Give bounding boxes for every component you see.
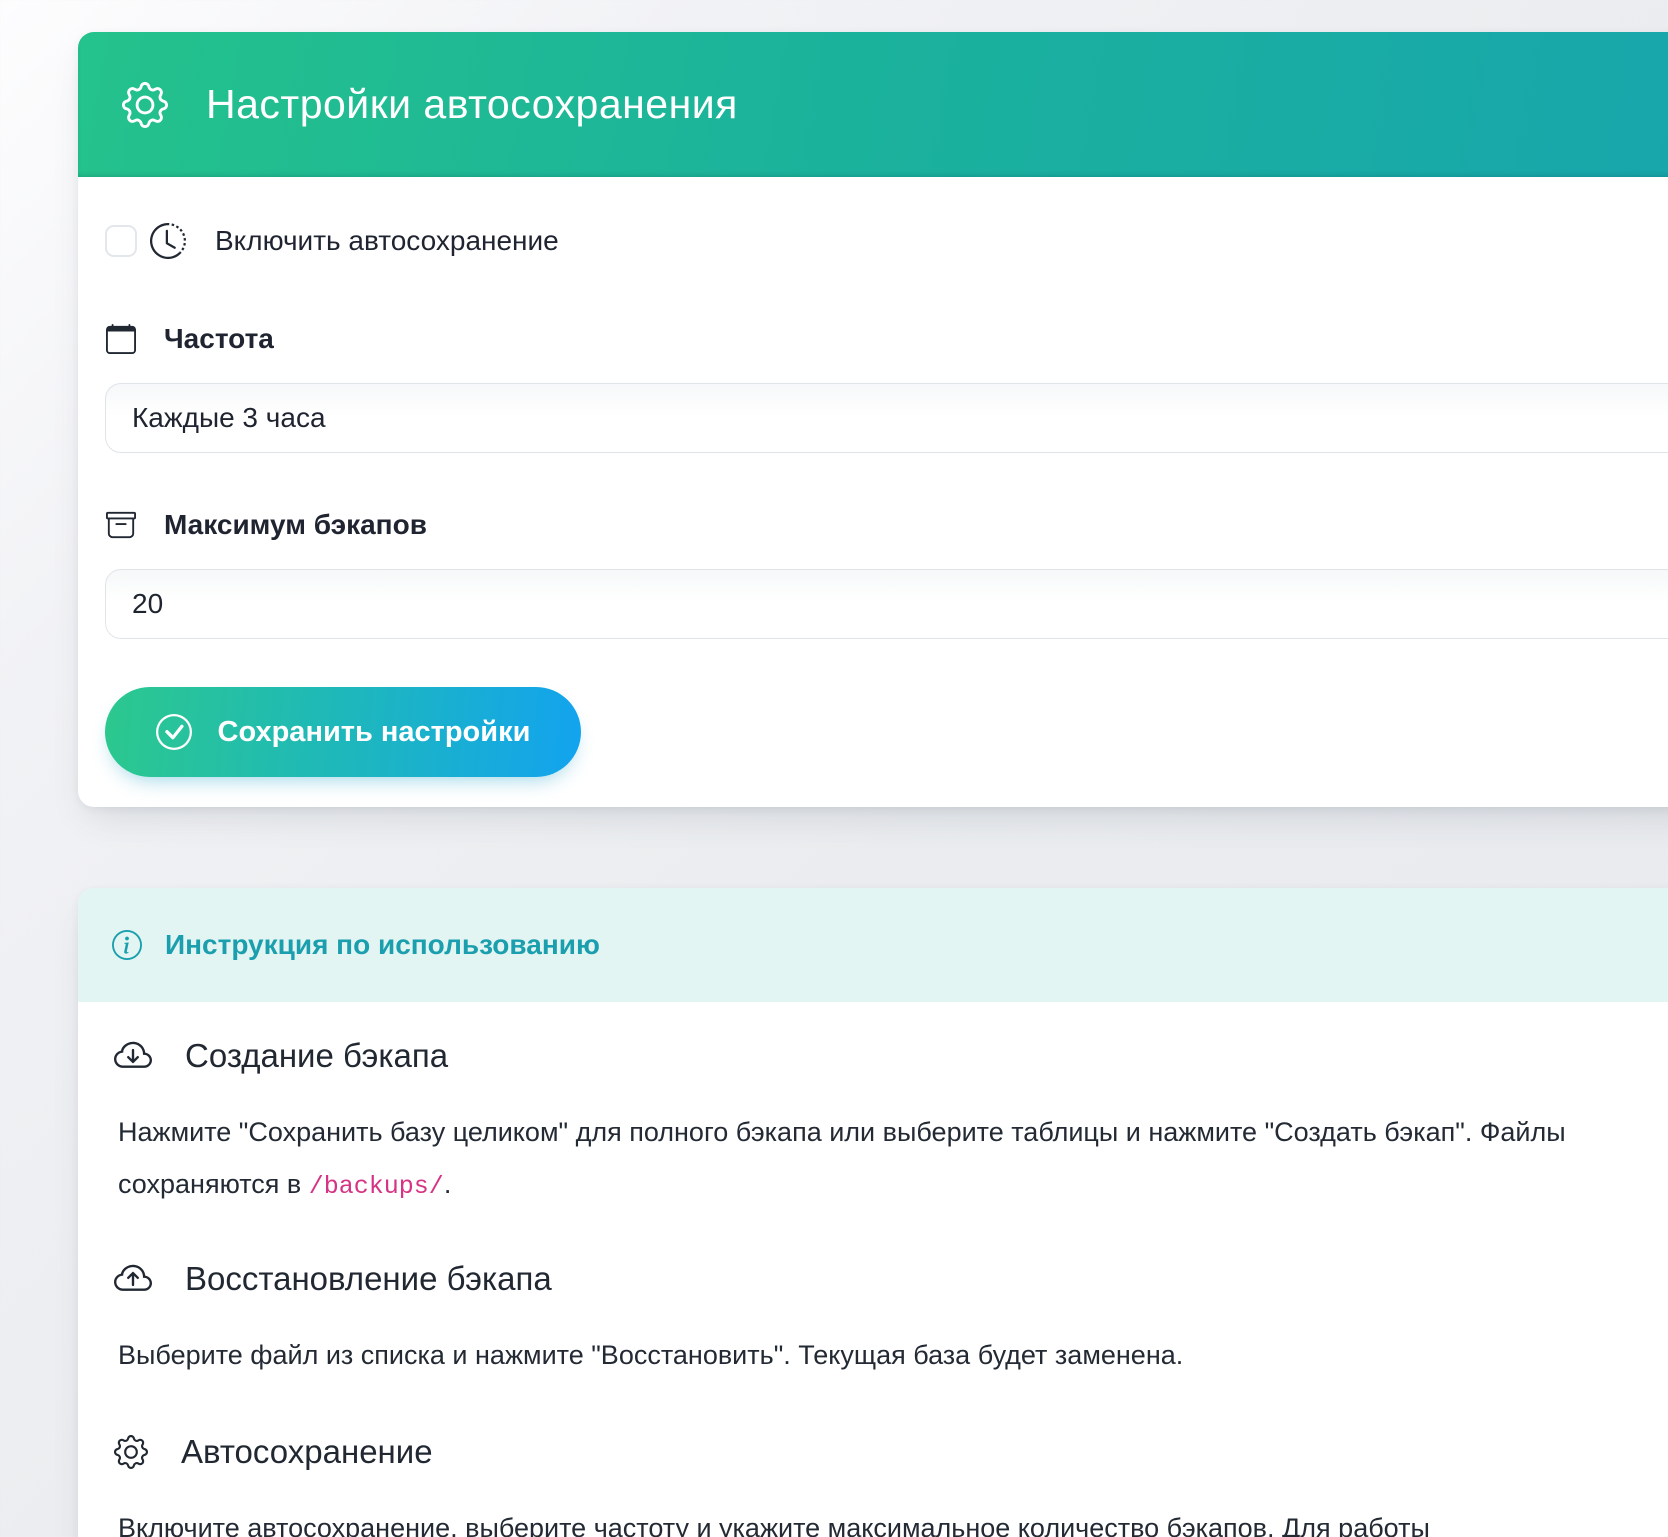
paragraph-text: сохраняются в (118, 1169, 309, 1199)
cloud-arrow-down-icon (114, 1037, 152, 1075)
frequency-label: Частота (164, 323, 274, 355)
section-heading: Восстановление бэкапа (185, 1260, 552, 1298)
info-circle-icon (112, 930, 142, 960)
section-paragraph: Включите автосохранение, выберите частот… (118, 1502, 1668, 1537)
section-heading: Создание бэкапа (185, 1037, 448, 1075)
gear-icon (122, 82, 168, 128)
section-paragraph: Выберите файл из списка и нажмите "Восст… (118, 1329, 1668, 1381)
paragraph-line: Нажмите "Сохранить базу целиком" для пол… (118, 1106, 1668, 1158)
paragraph-text: . (444, 1169, 452, 1199)
save-settings-button[interactable]: Сохранить настройки (105, 687, 581, 777)
gear-icon (114, 1435, 148, 1469)
section-create-backup: Создание бэкапа (114, 1032, 1668, 1080)
max-backups-label-row: Максимум бэкапов (106, 503, 1668, 547)
max-backups-label: Максимум бэкапов (164, 509, 427, 541)
autosave-checkbox[interactable] (105, 225, 137, 257)
frequency-label-row: Частота (106, 317, 1668, 361)
paragraph-line: Выберите файл из списка и нажмите "Восст… (118, 1329, 1668, 1381)
frequency-select[interactable]: Каждые 3 часа (105, 383, 1668, 453)
paragraph-line: Включите автосохранение, выберите частот… (118, 1502, 1668, 1537)
settings-card-title: Настройки автосохранения (206, 81, 738, 128)
section-restore-backup: Восстановление бэкапа (114, 1255, 1668, 1303)
instructions-card: Инструкция по использованию Создание бэк… (78, 888, 1668, 1537)
archive-icon (106, 510, 136, 540)
inline-code: /backups/ (309, 1172, 444, 1201)
clock-history-icon (150, 223, 186, 259)
section-autosave: Автосохранение (114, 1428, 1668, 1476)
instructions-card-title: Инструкция по использованию (165, 929, 600, 961)
autosave-toggle-row: Включить автосохранение (105, 219, 1668, 263)
instructions-card-header: Инструкция по использованию (78, 888, 1668, 1002)
section-heading: Автосохранение (181, 1433, 433, 1471)
autosave-settings-card: Настройки автосохранения Включить автосо… (78, 32, 1668, 807)
section-paragraph: Нажмите "Сохранить базу целиком" для пол… (118, 1106, 1668, 1213)
save-settings-button-label: Сохранить настройки (218, 716, 531, 749)
paragraph-line: сохраняются в /backups/. (118, 1158, 1668, 1213)
settings-card-header: Настройки автосохранения (78, 32, 1668, 177)
max-backups-input[interactable] (105, 569, 1668, 639)
check-circle-icon (156, 714, 192, 750)
autosave-checkbox-label: Включить автосохранение (215, 225, 559, 257)
cloud-arrow-up-icon (114, 1260, 152, 1298)
calendar-icon (106, 324, 136, 354)
